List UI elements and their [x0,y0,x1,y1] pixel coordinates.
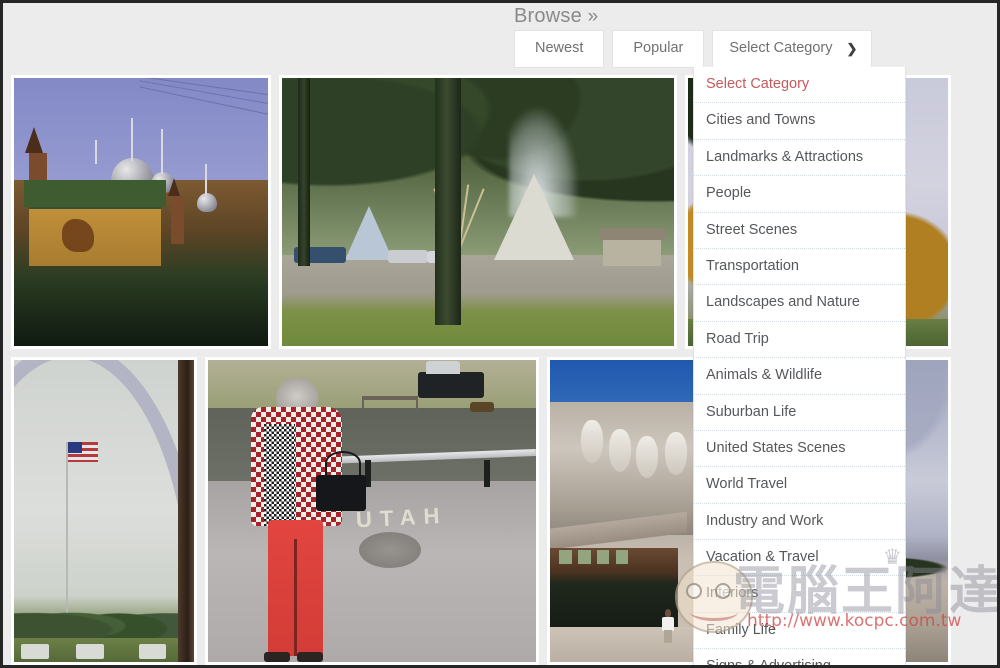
dropdown-item-cities-and-towns[interactable]: Cities and Towns [694,103,905,139]
photo-tile-gateway-arch[interactable] [11,357,197,665]
browse-heading: Browse » [514,5,598,28]
dropdown-item-people[interactable]: People [694,176,905,212]
dropdown-item-transportation[interactable]: Transportation [694,249,905,285]
select-category-label: Select Category [729,40,832,56]
dropdown-item-road-trip[interactable]: Road Trip [694,322,905,358]
photo-gateway-arch [14,360,194,662]
dropdown-item-street-scenes[interactable]: Street Scenes [694,213,905,249]
dropdown-item-signs-advertising[interactable]: Signs & Advertising [694,649,905,668]
dropdown-item-animals-wildlife[interactable]: Animals & Wildlife [694,358,905,394]
select-category-button[interactable]: Select Category ❯ [712,30,872,68]
photo-tile-mount-rushmore[interactable] [547,357,709,665]
dropdown-item-landmarks-attractions[interactable]: Landmarks & Attractions [694,140,905,176]
photo-teepee-camp [282,78,674,346]
visitor-figure [662,609,674,643]
dropdown-item-family-life[interactable]: Family Life [694,613,905,649]
newest-button[interactable]: Newest [514,30,604,68]
pavement-text: UTAH [355,503,448,534]
dropdown-item-interiors[interactable]: Interiors [694,576,905,612]
photo-utah-street: UTAH [208,360,536,662]
browse-toolbar: Newest Popular Select Category ❯ [514,30,872,68]
dropdown-item-united-states-scenes[interactable]: United States Scenes [694,431,905,467]
popular-button[interactable]: Popular [612,30,704,68]
photo-mount-rushmore [550,360,706,662]
double-chevron-right-icon: » [588,6,599,27]
dropdown-item-select-category[interactable]: Select Category [694,67,905,103]
browse-heading-label: Browse [514,5,582,27]
dropdown-item-landscapes-and-nature[interactable]: Landscapes and Nature [694,285,905,321]
photo-corn-palace [14,78,268,346]
photo-tile-utah-street[interactable]: UTAH [205,357,539,665]
dropdown-item-industry-and-work[interactable]: Industry and Work [694,504,905,540]
photo-tile-corn-palace[interactable] [11,75,271,349]
dropdown-item-vacation-travel[interactable]: Vacation & Travel [694,540,905,576]
woman-figure [241,378,346,662]
browser-viewport: UTAH [0,0,1000,668]
dropdown-item-suburban-life[interactable]: Suburban Life [694,395,905,431]
chevron-down-icon: ❯ [847,42,858,55]
category-dropdown-menu[interactable]: Select Category Cities and Towns Landmar… [693,67,906,668]
dropdown-item-world-travel[interactable]: World Travel [694,467,905,503]
photo-tile-teepee-camp[interactable] [279,75,677,349]
